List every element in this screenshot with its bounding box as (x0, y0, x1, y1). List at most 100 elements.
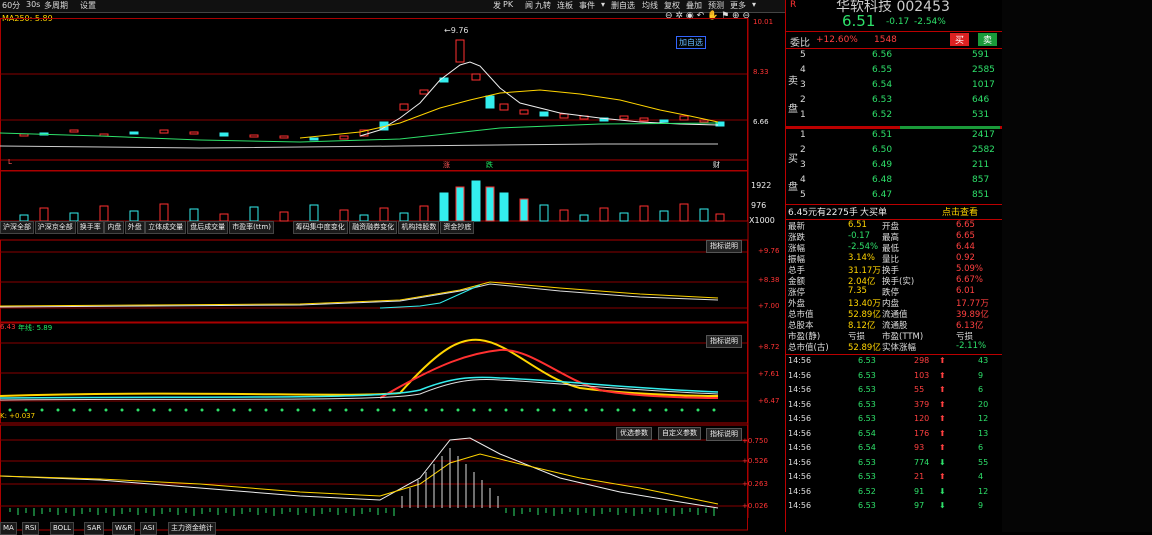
asks-row[interactable]: 3 6.54 1017 (786, 80, 1003, 94)
toolbar-tool-1[interactable]: PK (503, 0, 513, 9)
candle (539, 111, 549, 117)
indicator-tab-0[interactable]: 沪深全部 (0, 221, 34, 234)
bottom-tab-3[interactable]: SAR (84, 522, 105, 535)
bids-row[interactable]: 1 6.51 2417 (786, 130, 1003, 144)
toolbar-tool-12[interactable]: 更多 (730, 0, 746, 11)
last-price: 6.51 (842, 12, 876, 30)
stat-row: 涨幅 -2.54% 最低 6.44 (786, 242, 1003, 254)
peak-price-label: ←9.76 (444, 26, 469, 35)
arrow-up-icon: ⬆ (939, 443, 946, 452)
signal-dot (88, 408, 92, 412)
asks-level: 2 (800, 95, 806, 105)
toolbar-tool-3[interactable]: 九转 (535, 0, 551, 11)
candle (619, 115, 629, 120)
chart-area[interactable]: 60分 30s 多周期 设置 发 PK 闻九转 连板 事件 ▾ 删自选 均线 复权 叠加 预测 更多 ▾… (0, 0, 785, 535)
asks-row[interactable]: 5 6.56 591 (786, 50, 1003, 64)
price-change: -0.17 (886, 17, 910, 27)
toolbar-tool-7[interactable]: 删自选 (611, 0, 635, 11)
add-favorite-button[interactable]: 加自选 (676, 36, 706, 49)
stat-label: 总市值(古) (788, 343, 829, 353)
bids-row[interactable]: 3 6.49 211 (786, 160, 1003, 174)
tick-time: 14:56 (788, 399, 812, 409)
candle (519, 109, 529, 115)
indicator-tab-5[interactable]: 立体成交量 (145, 221, 187, 234)
candle (309, 137, 319, 141)
indicator-tab-8[interactable]: 筹码集中度变化 (292, 221, 348, 234)
toolbar-tool-5[interactable]: 事件 (579, 0, 595, 11)
bids-vol: 857 (972, 175, 990, 185)
indicator-tab-10[interactable]: 机构持股数 (398, 221, 440, 234)
indicator-tab-7[interactable]: 市盈率(ttm) (229, 221, 274, 234)
view-big-order-link[interactable]: 点击查看 (942, 205, 978, 218)
custom-params-button[interactable]: 自定义参数 (658, 427, 701, 440)
signal-dot (440, 408, 444, 412)
indicator-tab-11[interactable]: 资金抄底 (440, 221, 475, 234)
indicator-tab-9[interactable]: 融资融券变化 (349, 221, 398, 234)
tick-extra: 13 (978, 428, 989, 438)
interval-selector[interactable]: 30s (26, 0, 40, 9)
toolbar-tool-6[interactable]: ▾ (601, 0, 605, 9)
asks-row[interactable]: 4 6.55 2585 (786, 65, 1003, 79)
indicator-help-3[interactable]: 指标说明 (706, 428, 742, 441)
volume-bar (599, 207, 609, 222)
indicator-tab-2[interactable]: 换手率 (76, 221, 104, 234)
bottom-tab-1[interactable]: RSI (22, 522, 40, 535)
tick-row: 14:56 6.53 97 ⬇ 9 (786, 501, 1003, 516)
sell-button[interactable]: 卖 (978, 33, 998, 46)
bids-price: 6.48 (872, 175, 893, 185)
settings-button[interactable]: 设置 (80, 0, 96, 11)
volume-tick-high: 1922 (751, 181, 772, 190)
signal-dot (376, 408, 380, 412)
signal-dot (312, 408, 316, 412)
period-selector[interactable]: 60分 (2, 0, 20, 11)
tick-extra: 55 (978, 457, 989, 467)
bottom-tab-2[interactable]: BOLL (50, 522, 74, 535)
tick-extra: 6 (978, 443, 984, 452)
asks-row[interactable]: 2 6.53 646 (786, 95, 1003, 109)
bids-level: 3 (800, 160, 806, 170)
asks-row[interactable]: 1 6.52 531 (786, 110, 1003, 124)
bottom-tab-6[interactable]: 主力资金统计 (168, 522, 216, 535)
toolbar-tool-0[interactable]: 发 (493, 0, 501, 11)
bottom-tab-0[interactable]: MA (0, 522, 17, 535)
toolbar-tool-9[interactable]: 复权 (664, 0, 680, 11)
indicator-tab-3[interactable]: 内盘 (104, 221, 125, 234)
toolbar-tool-8[interactable]: 均线 (642, 0, 658, 11)
volume-bar (419, 205, 429, 222)
optimal-params-button[interactable]: 优选参数 (616, 427, 652, 440)
signal-dot (680, 408, 684, 412)
volume-bar (99, 205, 109, 222)
divider (786, 48, 1003, 49)
bottom-tab-4[interactable]: W&R (112, 522, 136, 535)
tick-row: 14:56 6.54 93 ⬆ 6 (786, 443, 1003, 458)
indicator-tab-1[interactable]: 沪深京全部 (34, 221, 76, 234)
toolbar-tool-13[interactable]: ▾ (752, 0, 756, 9)
tick-time: 14:56 (788, 443, 812, 452)
indicator-tab-6[interactable]: 盘后成交量 (187, 221, 229, 234)
tick-time: 14:56 (788, 457, 812, 467)
toolbar-tool-4[interactable]: 连板 (557, 0, 573, 11)
indicator-help-2[interactable]: 指标说明 (706, 335, 742, 348)
signal-dots (8, 408, 716, 412)
price-change-pct: -2.54% (914, 17, 946, 27)
stat-row: 振幅 3.14% 量比 0.92 (786, 253, 1003, 265)
tick-time: 14:56 (788, 356, 812, 365)
asks-level: 3 (800, 80, 806, 90)
toolbar-tool-10[interactable]: 叠加 (686, 0, 702, 11)
multi-period-toggle[interactable]: 多周期 (44, 0, 68, 11)
indicator-tab-4[interactable]: 外盘 (124, 221, 145, 234)
asks-vol: 591 (972, 50, 990, 60)
bids-row[interactable]: 4 6.48 857 (786, 175, 1003, 189)
volume-bar (499, 192, 509, 222)
toolbar-tool-2[interactable]: 闻 (525, 0, 533, 11)
indicator-help-1[interactable]: 指标说明 (706, 240, 742, 253)
chart-canvas[interactable] (0, 18, 785, 532)
buy-button[interactable]: 买 (950, 33, 970, 46)
bids-row[interactable]: 5 6.47 851 (786, 190, 1003, 204)
volume-bar (679, 203, 689, 222)
toolbar-tool-11[interactable]: 预测 (708, 0, 724, 11)
candle (559, 113, 569, 119)
tick-extra: 6 (978, 385, 984, 394)
bottom-tab-5[interactable]: ASI (140, 522, 158, 535)
bids-row[interactable]: 2 6.50 2582 (786, 145, 1003, 159)
